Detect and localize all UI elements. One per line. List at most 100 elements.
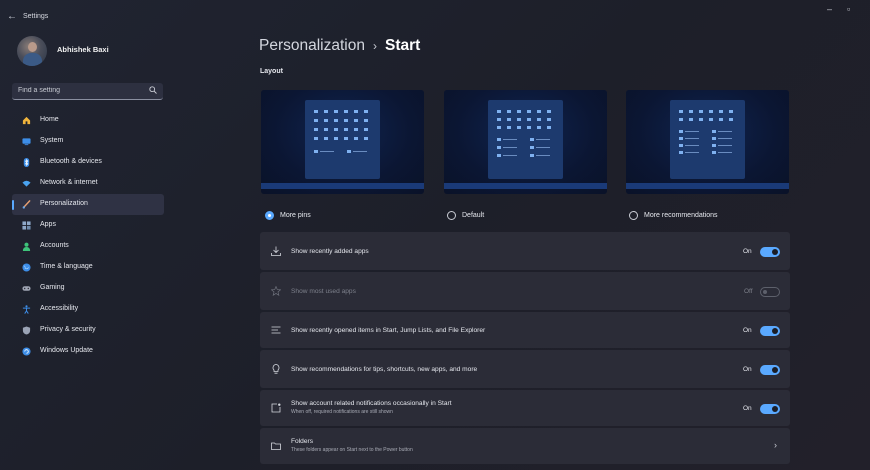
recommended-item-text xyxy=(718,138,732,139)
toggle-state-label: Off xyxy=(744,288,753,295)
sidebar-item-accessibility[interactable]: Accessibility xyxy=(12,299,164,320)
toggle-state-label: On xyxy=(743,366,752,373)
sidebar-item-windows-update[interactable]: Windows Update xyxy=(12,341,164,362)
sidebar-item-label: Apps xyxy=(40,221,56,228)
sidebar-item-network[interactable]: Network & internet xyxy=(12,173,164,194)
pinned-app-tile xyxy=(334,119,338,122)
sidebar-item-accounts[interactable]: Accounts xyxy=(12,236,164,257)
sidebar-item-label: Accounts xyxy=(40,242,69,249)
recommended-item-icon xyxy=(679,137,683,140)
layout-option-more-pins[interactable]: More pins xyxy=(265,209,311,221)
setting-row-recently-opened-items[interactable]: Show recently opened items in Start, Jum… xyxy=(260,312,790,348)
layout-preview-more-pins[interactable] xyxy=(261,90,424,194)
sidebar-item-label: Bluetooth & devices xyxy=(40,158,102,165)
toggle-knob xyxy=(772,328,778,334)
accessibility-icon xyxy=(22,305,31,314)
setting-row-most-used-apps: Show most used apps Off xyxy=(260,272,790,310)
pinned-app-tile xyxy=(324,128,328,131)
sidebar-item-gaming[interactable]: Gaming xyxy=(12,278,164,299)
recommended-item-text xyxy=(353,151,367,152)
taskbar-preview xyxy=(261,183,424,189)
home-icon xyxy=(22,116,31,125)
pinned-app-tile xyxy=(699,118,703,121)
toggle-switch[interactable] xyxy=(760,326,780,336)
recommended-item-text xyxy=(503,155,517,156)
recommended-item-text xyxy=(718,131,732,132)
taskbar-preview xyxy=(444,183,607,189)
pinned-app-tile xyxy=(729,118,733,121)
list-icon xyxy=(271,326,281,334)
setting-sublabel: These folders appear on Start next to th… xyxy=(291,447,413,453)
breadcrumb-parent[interactable]: Personalization xyxy=(259,37,365,54)
sidebar-item-personalization[interactable]: Personalization xyxy=(12,194,164,215)
sidebar-nav: Home System Bluetooth & devices Network … xyxy=(12,110,164,362)
search-input[interactable] xyxy=(18,85,138,96)
recommended-item-icon xyxy=(530,146,534,149)
system-icon xyxy=(22,138,31,146)
sidebar-item-label: Gaming xyxy=(40,284,65,291)
sidebar-item-system[interactable]: System xyxy=(12,131,164,152)
avatar-face xyxy=(28,42,37,52)
sidebar-item-label: Network & internet xyxy=(40,179,98,186)
minimize-button[interactable]: – xyxy=(827,4,832,14)
recommended-item-text xyxy=(685,145,699,146)
layout-preview-more-recommendations[interactable] xyxy=(626,90,789,194)
maximize-button[interactable]: ▫ xyxy=(847,4,850,14)
pinned-app-tile xyxy=(354,119,358,122)
setting-label: Show recently opened items in Start, Jum… xyxy=(291,327,486,334)
sidebar-item-bluetooth[interactable]: Bluetooth & devices xyxy=(12,152,164,173)
toggle-switch[interactable] xyxy=(760,365,780,375)
layout-preview-default[interactable] xyxy=(444,90,607,194)
layout-option-more-recommendations[interactable]: More recommendations xyxy=(629,209,718,221)
recommended-item-text xyxy=(536,139,550,140)
pinned-app-tile xyxy=(354,110,358,113)
radio-button[interactable] xyxy=(265,210,274,220)
pinned-app-tile xyxy=(527,118,531,121)
title-bar: ← Settings – ▫ xyxy=(0,0,870,30)
search-box[interactable] xyxy=(12,83,163,100)
chevron-right-icon[interactable]: › xyxy=(774,440,777,450)
pinned-app-tile xyxy=(324,119,328,122)
start-menu-preview xyxy=(488,100,563,179)
recommended-item-text xyxy=(536,155,550,156)
pinned-app-tile xyxy=(517,110,521,113)
toggle-state-label: On xyxy=(743,248,752,255)
setting-row-account-notifications[interactable]: Show account related notifications occas… xyxy=(260,390,790,426)
pinned-app-tile xyxy=(689,110,693,113)
start-menu-preview xyxy=(670,100,745,179)
pinned-app-tile xyxy=(497,110,501,113)
recommended-item-text xyxy=(718,145,732,146)
back-button[interactable]: ← xyxy=(7,11,17,22)
pinned-app-tile xyxy=(344,137,348,140)
pinned-app-tile xyxy=(709,110,713,113)
setting-row-folders[interactable]: Folders These folders appear on Start ne… xyxy=(260,428,790,464)
folder-icon xyxy=(271,442,281,450)
settings-window: ← Settings – ▫ Abhishek Baxi Home System… xyxy=(0,0,870,470)
setting-row-recently-added-apps[interactable]: Show recently added apps On xyxy=(260,232,790,270)
sidebar-item-apps[interactable]: Apps xyxy=(12,215,164,236)
setting-row-recommendations[interactable]: Show recommendations for tips, shortcuts… xyxy=(260,350,790,388)
pinned-app-tile xyxy=(314,137,318,140)
radio-button[interactable] xyxy=(629,210,638,220)
radio-button[interactable] xyxy=(447,210,456,220)
sidebar-item-time-language[interactable]: Time & language xyxy=(12,257,164,278)
breadcrumb: Personalization › Start xyxy=(259,37,420,55)
toggle-switch[interactable] xyxy=(760,247,780,257)
search-icon[interactable] xyxy=(149,86,157,94)
recommended-item-icon xyxy=(530,138,534,141)
brush-icon xyxy=(22,200,31,209)
sidebar-item-home[interactable]: Home xyxy=(12,110,164,131)
pinned-app-tile xyxy=(517,118,521,121)
pinned-app-tile xyxy=(344,119,348,122)
layout-option-default[interactable]: Default xyxy=(447,209,484,221)
pinned-app-tile xyxy=(729,110,733,113)
avatar[interactable] xyxy=(17,36,47,66)
sidebar-item-privacy-security[interactable]: Privacy & security xyxy=(12,320,164,341)
pinned-app-tile xyxy=(497,118,501,121)
sidebar-item-label: Time & language xyxy=(40,263,93,270)
pinned-app-tile xyxy=(314,128,318,131)
toggle-switch[interactable] xyxy=(760,404,780,414)
download-icon xyxy=(271,246,281,256)
pinned-app-tile xyxy=(537,126,541,129)
radio-label: More pins xyxy=(280,211,311,219)
